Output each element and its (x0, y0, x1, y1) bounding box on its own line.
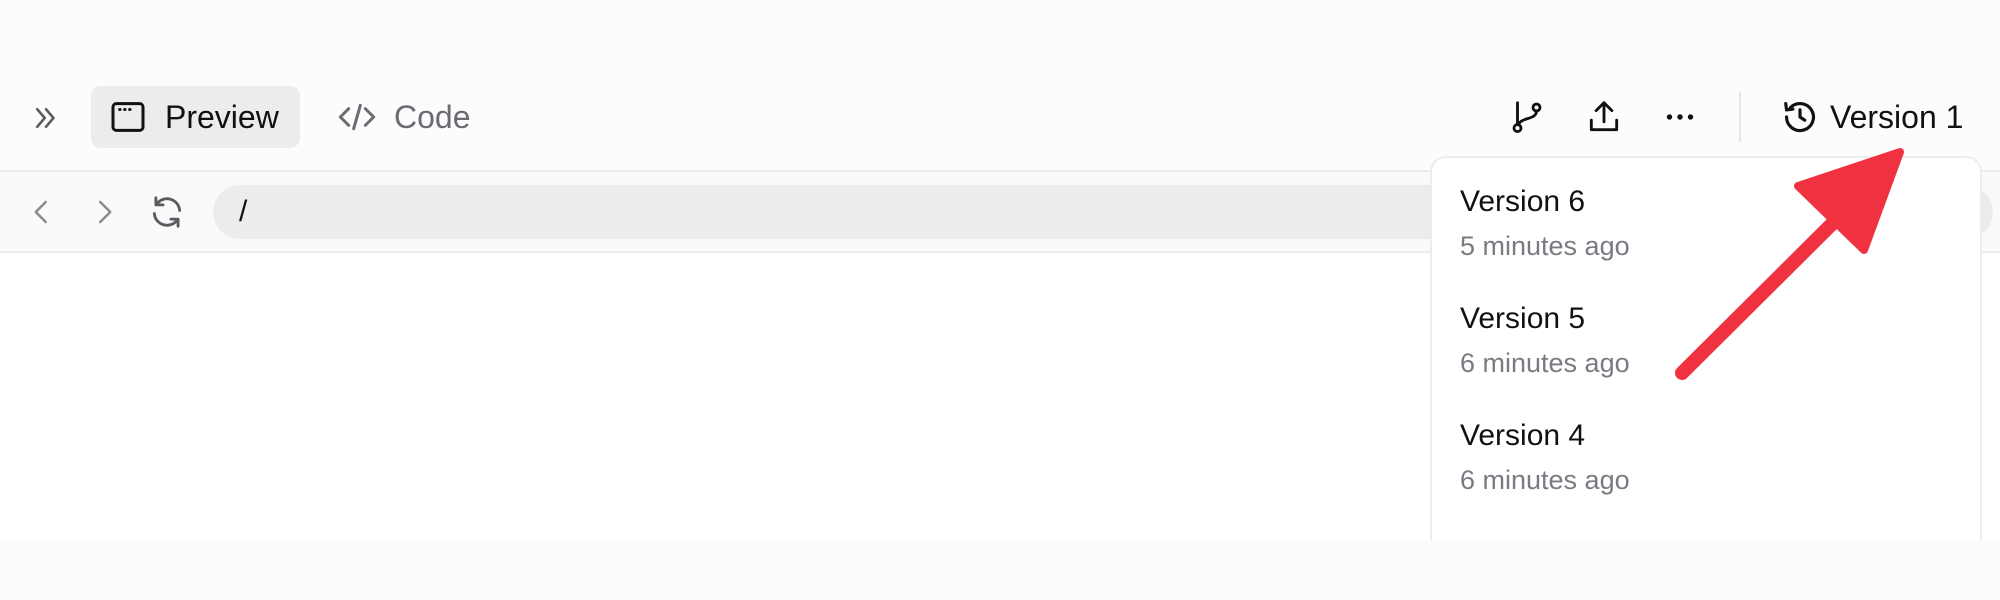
version-name: Version 4 (1460, 419, 1586, 452)
tab-code[interactable]: Code (326, 86, 486, 148)
version-item[interactable]: Version 5 6 minutes ago (1460, 299, 1940, 383)
branch-button[interactable] (1502, 92, 1552, 142)
branch-icon (1512, 101, 1542, 133)
version-selector-button[interactable]: Version 1 (1780, 90, 1963, 144)
browser-window-icon (107, 96, 149, 138)
forward-button[interactable] (82, 190, 126, 234)
tab-preview-label: Preview (165, 98, 279, 135)
version-time: 6 minutes ago (1460, 348, 1630, 378)
tab-code-label: Code (394, 98, 471, 135)
version-history-dropdown: Version 6 5 minutes ago Version 5 6 minu… (1430, 156, 1982, 576)
version-item[interactable]: Version 4 6 minutes ago (1460, 416, 1940, 500)
history-icon (1780, 97, 1820, 137)
version-name: Version 5 (1460, 302, 1586, 335)
top-toolbar: Preview Code Version 1 (0, 0, 2000, 170)
reload-button[interactable] (145, 190, 189, 234)
tab-preview[interactable]: Preview (91, 86, 300, 148)
version-time: 5 minutes ago (1460, 231, 1630, 261)
app-frame: Preview Code Version 1 / Version 6 5 min… (0, 0, 2000, 576)
double-chevron-right-icon (36, 108, 55, 128)
expand-sidebar-button[interactable] (26, 98, 66, 138)
toolbar-divider (1739, 92, 1741, 142)
page-bottom-strip (0, 540, 2000, 600)
version-name: Version 6 (1460, 185, 1586, 218)
url-text: / (239, 195, 248, 228)
share-button[interactable] (1579, 92, 1629, 142)
chevron-right-icon (99, 200, 112, 224)
version-time: 6 minutes ago (1460, 465, 1630, 495)
code-icon (336, 96, 378, 138)
share-icon (1589, 101, 1619, 132)
version-item[interactable]: Version 6 5 minutes ago (1460, 182, 1940, 266)
chevron-left-icon (34, 200, 47, 224)
more-options-button[interactable] (1655, 92, 1705, 142)
more-icon (1666, 114, 1694, 120)
refresh-icon (152, 196, 182, 228)
version-selector-label: Version 1 (1830, 98, 1964, 135)
back-button[interactable] (20, 190, 64, 234)
